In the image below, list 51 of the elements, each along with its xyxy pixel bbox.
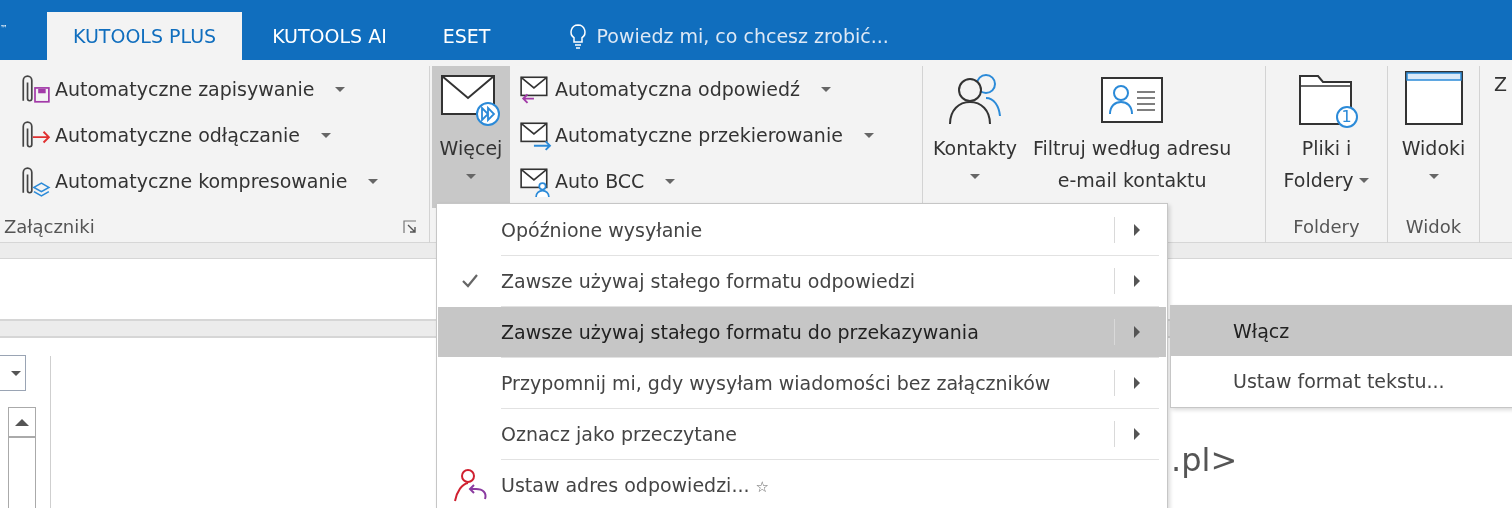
submenu-arrow-icon [1134, 428, 1140, 440]
checkmark-icon [460, 273, 479, 289]
ribbon-button[interactable]: Więcej [432, 66, 510, 208]
submenu-arrow-icon [1134, 224, 1140, 236]
caret-icon [466, 174, 476, 179]
ribbon-button[interactable]: Automatyczna odpowiedź [512, 66, 880, 112]
menu-item[interactable]: Ustaw adres odpowiedzi... ☆ [438, 460, 1166, 508]
ribbon-tab[interactable]: KUTOOLS AI [246, 12, 413, 60]
ribbon-button[interactable]: 1 Pliki i Foldery [1277, 66, 1376, 208]
ribbon-button[interactable]: Automatyczne odłączanie [12, 112, 385, 158]
ribbon-button[interactable]: Automatyczne zapisywanie [12, 66, 385, 112]
caret-icon [320, 132, 331, 138]
menu-item[interactable]: Zawsze używaj stałego formatu odpowiedzi [438, 256, 1166, 306]
envelope-arrow-icon [518, 119, 552, 151]
envelope-person-icon [518, 165, 552, 197]
group-label: Widok [1405, 215, 1462, 237]
caret-icon [335, 86, 346, 92]
scrollbar[interactable] [8, 407, 36, 508]
ribbon-tab[interactable]: KUTOOLS PLUS [47, 12, 243, 60]
caret-icon [821, 86, 831, 92]
email-address-text: .pl> [1171, 441, 1238, 479]
ribbon-button[interactable]: Z [1488, 66, 1512, 208]
tab-label: ™ [0, 24, 9, 33]
caret-icon [863, 132, 874, 138]
menu-item[interactable]: Ustaw format tekstu... [1171, 356, 1512, 406]
caret-icon [1428, 174, 1439, 179]
search-field[interactable]: Powiedz mi, co chcesz zrobić... [596, 25, 977, 47]
dropdown-field[interactable] [0, 355, 26, 391]
submenu-arrow-icon [1134, 377, 1140, 389]
menu-item[interactable]: Oznacz jako przeczytane [438, 409, 1166, 459]
lightbulb-icon [568, 23, 589, 49]
menu-item[interactable]: Opóźnione wysyłanie [438, 205, 1166, 255]
caret-icon [1359, 177, 1370, 183]
group-label: Foldery [1293, 215, 1360, 237]
menu-item[interactable]: Przypomnij mi, gdy wysyłam wiadomości bez załączników [438, 358, 1166, 408]
caret-icon [11, 370, 21, 376]
submenu-arrow-icon [1134, 275, 1140, 287]
ribbon-button[interactable]: Kontakty [927, 66, 1023, 208]
caret-icon [368, 178, 379, 184]
submenu-arrow-icon [1134, 326, 1140, 338]
ribbon-tab[interactable]: ESET [416, 12, 517, 60]
menu-item[interactable]: Zawsze używaj stałego formatu do przekazywania [438, 307, 1166, 357]
caret-icon [970, 174, 980, 179]
star-icon: ☆ [755, 478, 769, 496]
ribbon-button[interactable]: Filtruj według adresu e-mail kontaktu [1027, 66, 1238, 208]
group-label: Załączniki [4, 215, 95, 237]
ribbon-button[interactable]: Widoki [1394, 66, 1473, 208]
caret-icon [665, 178, 676, 184]
ribbon-button[interactable]: Automatyczne kompresowanie [12, 158, 385, 204]
ribbon-button[interactable]: Automatyczne przekierowanie [512, 112, 880, 158]
menu-item[interactable]: Włącz [1171, 306, 1512, 356]
